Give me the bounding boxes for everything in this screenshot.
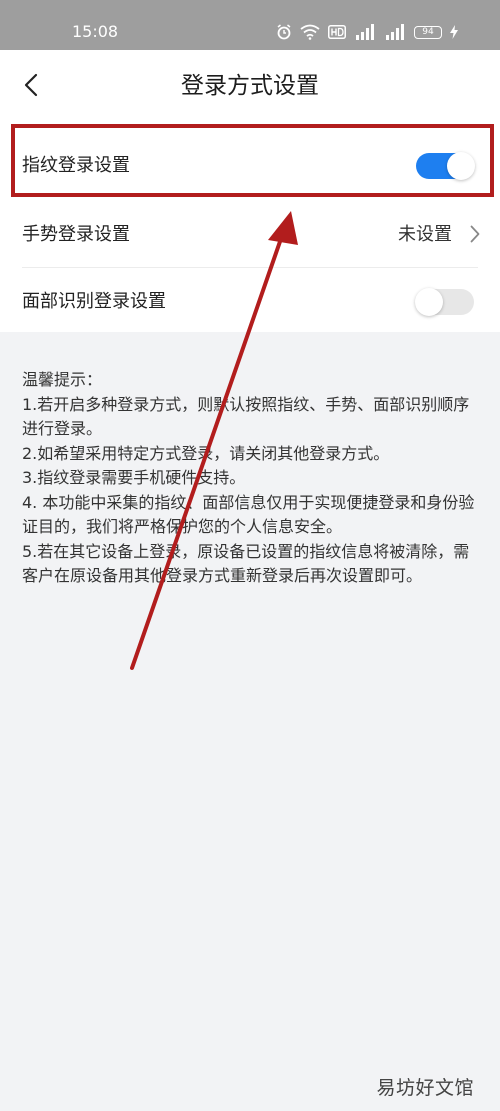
tip-item-1: 1.若开启多种登录方式，则默认按照指纹、手势、面部识别顺序进行登录。 [22,394,470,439]
gesture-login-status: 未设置 [398,224,452,245]
settings-list: 指纹登录设置 手势登录设置 未设置 面部识别登录设置 [0,120,500,332]
fingerprint-login-row[interactable]: 指纹登录设置 [0,132,500,199]
face-login-toggle[interactable] [415,288,474,316]
toggle-knob [447,152,475,180]
tips-section: 温馨提示： 1.若开启多种登录方式，则默认按照指纹、手势、面部识别顺序进行登录。… [22,368,482,589]
tips-title: 温馨提示： [22,370,103,389]
tip-item-2: 2.如希望采用特定方式登录，请关闭其他登录方式。 [22,443,390,463]
watermark: 易坊好文馆 [376,1077,474,1099]
status-bar: 15:08 94 [0,0,500,50]
alarm-icon [277,24,291,40]
status-icons: 94 [276,22,458,42]
status-time: 15:08 [72,22,119,41]
tip-item-4: 4. 本功能中采集的指纹、面部信息仅用于实现便捷登录和身份验证目的，我们将严格保… [22,492,475,537]
face-login-row[interactable]: 面部识别登录设置 [0,268,500,335]
fingerprint-login-label: 指纹登录设置 [22,155,130,176]
tip-item-3: 3.指纹登录需要手机硬件支持。 [22,468,246,487]
tip-item-5: 5.若在其它设备上登录，原设备已设置的指纹信息将被清除，需客户在原设备用其他登录… [22,541,470,586]
gesture-login-row[interactable]: 手势登录设置 未设置 [0,201,500,268]
wifi-icon [300,24,320,40]
page-title: 登录方式设置 [181,73,319,99]
battery-icon: 94 [414,25,442,39]
signal-icon [356,24,374,40]
chevron-right-icon [470,225,480,243]
hd-icon [328,25,346,39]
toggle-knob [415,288,443,316]
fingerprint-login-toggle[interactable] [416,152,475,180]
gesture-login-label: 手势登录设置 [22,224,130,245]
charging-icon [450,25,458,39]
header: 登录方式设置 [0,50,500,120]
signal-icon [386,24,404,40]
face-login-label: 面部识别登录设置 [22,291,166,312]
